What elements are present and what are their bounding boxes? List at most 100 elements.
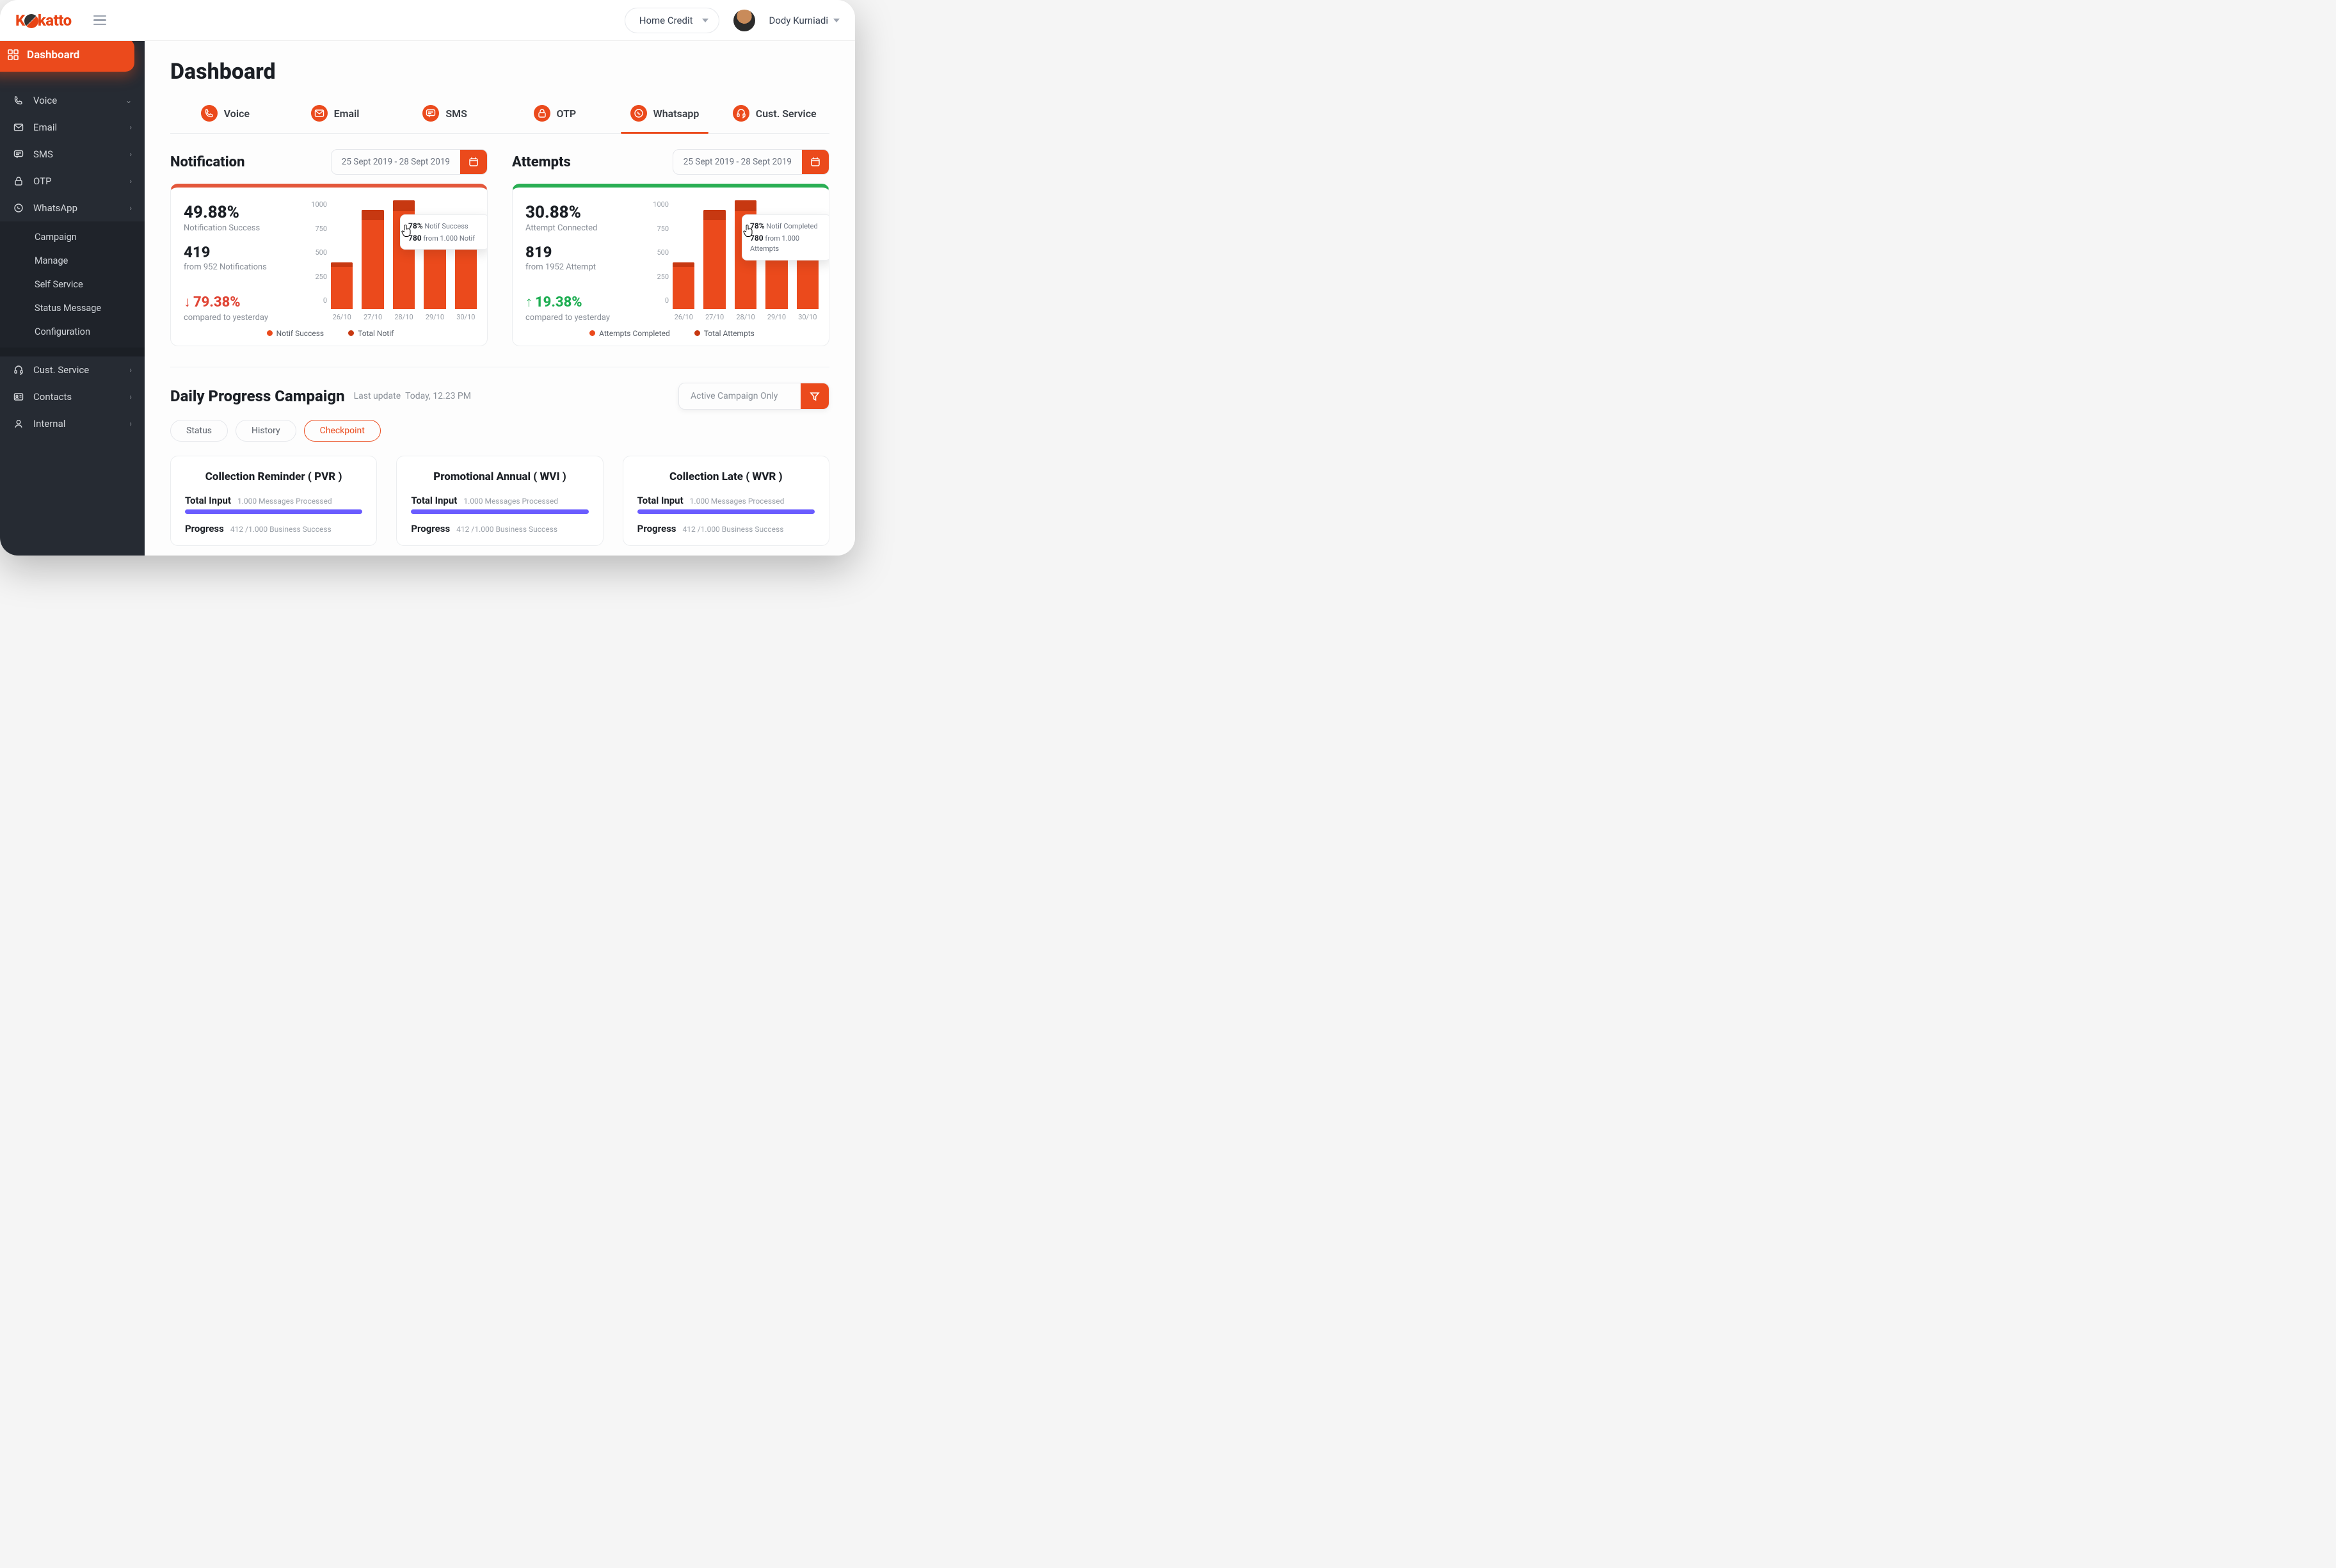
progress-label: Progress xyxy=(637,523,676,534)
tab-whatsapp[interactable]: Whatsapp xyxy=(610,96,720,133)
headset-icon xyxy=(13,364,24,376)
bar-29/10[interactable] xyxy=(424,239,445,309)
total-input-bar xyxy=(185,509,362,514)
arrow-down-icon: ↓ xyxy=(184,294,191,310)
tab-email[interactable]: Email xyxy=(280,96,390,133)
campaign-title: Collection Reminder ( PVR ) xyxy=(185,470,362,483)
sidebar-item-email[interactable]: Email› xyxy=(0,114,145,141)
sidebar-item-label: Internal xyxy=(33,418,65,429)
tab-label: Whatsapp xyxy=(653,108,700,120)
total-input-sub: 1.000 Messages Processed xyxy=(237,497,332,506)
sidebar-item-sms[interactable]: SMS› xyxy=(0,141,145,168)
voice-icon xyxy=(201,105,218,122)
sidebar-item-dashboard[interactable]: Dashboard xyxy=(0,41,134,72)
sidebar-subitem-configuration[interactable]: Configuration xyxy=(0,320,145,344)
campaign-card[interactable]: Promotional Annual ( WVI ) Total Input1.… xyxy=(396,456,603,546)
bar-26/10[interactable] xyxy=(331,262,353,309)
notif-count: 419 xyxy=(184,243,299,261)
sidebar-item-otp[interactable]: OTP› xyxy=(0,168,145,195)
attempt-delta: ↑ 19.38% xyxy=(525,294,641,310)
tab-cust-service[interactable]: Cust. Service xyxy=(719,96,829,133)
notification-card: 49.88% Notification Success 419 from 952… xyxy=(170,184,488,346)
sidebar-subitem-self-service[interactable]: Self Service xyxy=(0,273,145,296)
tab-voice[interactable]: Voice xyxy=(170,96,280,133)
dpc-title: Daily Progress Campaign xyxy=(170,387,345,405)
chevron-right-icon: › xyxy=(129,365,132,374)
dpc-pills: Status History Checkpoint xyxy=(170,420,829,442)
bar-27/10[interactable] xyxy=(703,210,725,309)
total-input-sub: 1.000 Messages Processed xyxy=(463,497,558,506)
chat-icon xyxy=(13,148,24,160)
notification-chart: 10007505002500 26/1027/1028/1029/1030/10… xyxy=(305,200,477,323)
sidebar-item-label: Cust. Service xyxy=(33,364,89,376)
sidebar-subitem-campaign[interactable]: Campaign xyxy=(0,225,145,249)
hamburger-menu[interactable] xyxy=(93,13,106,28)
mail-icon xyxy=(13,122,24,133)
notif-success-pct: 49.88% xyxy=(184,203,299,222)
notification-date-picker[interactable]: 25 Sept 2019 - 28 Sept 2019 xyxy=(331,149,488,175)
cursor-hand-icon xyxy=(742,223,755,237)
phone-icon xyxy=(13,95,24,106)
campaign-card[interactable]: Collection Reminder ( PVR ) Total Input 1… xyxy=(170,456,377,546)
sidebar-item-cust-service[interactable]: Cust. Service › xyxy=(0,356,145,383)
attempts-card: 30.88% Attempt Connected 819 from 1952 A… xyxy=(512,184,829,346)
sidebar-item-label: SMS xyxy=(33,148,53,160)
channel-tabs: Voice Email SMS OTP Whatsapp Cust. Service xyxy=(170,96,829,134)
total-input-bar xyxy=(637,509,815,514)
credit-selector[interactable]: Home Credit xyxy=(625,8,719,33)
calendar-icon[interactable] xyxy=(460,150,487,174)
campaign-title: Collection Late ( WVR ) xyxy=(637,470,815,483)
tab-label: Cust. Service xyxy=(756,108,817,120)
brand-logo: Kkatto xyxy=(15,12,72,29)
attempts-date-picker[interactable]: 25 Sept 2019 - 28 Sept 2019 xyxy=(673,149,829,175)
campaign-filter[interactable]: Active Campaign Only xyxy=(678,383,829,410)
progress-label: Progress xyxy=(411,523,450,534)
total-input-label: Total Input xyxy=(185,495,231,506)
notif-delta: ↓ 79.38% xyxy=(184,294,299,310)
sidebar-subitem-manage[interactable]: Manage xyxy=(0,249,145,273)
tab-label: Voice xyxy=(224,108,250,120)
chevron-down-icon: ⌄ xyxy=(125,96,132,105)
attempt-pct: 30.88% xyxy=(525,203,641,222)
notif-success-label: Notification Success xyxy=(184,223,299,233)
user-menu[interactable]: Dody Kurniadi xyxy=(769,15,840,26)
chevron-right-icon: › xyxy=(129,177,132,186)
attempt-tooltip: 78% Notif Completed 780 from 1.000 Attem… xyxy=(742,214,829,260)
total-input-bar xyxy=(411,509,588,514)
bar-27/10[interactable] xyxy=(362,210,383,309)
tab-label: Email xyxy=(334,108,360,120)
sidebar-item-whatsapp[interactable]: WhatsApp› xyxy=(0,195,145,221)
pill-status[interactable]: Status xyxy=(170,420,228,442)
sidebar-item-label: Voice xyxy=(33,95,57,106)
dashboard-icon xyxy=(8,49,19,61)
pill-checkpoint[interactable]: Checkpoint xyxy=(304,420,381,442)
attempt-legend: Attempts Completed Total Attempts xyxy=(525,329,819,338)
filter-icon[interactable] xyxy=(801,383,829,409)
bar-26/10[interactable] xyxy=(673,262,694,309)
calendar-icon[interactable] xyxy=(802,150,829,174)
sidebar-item-internal[interactable]: Internal › xyxy=(0,410,145,437)
notif-delta-label: compared to yesterday xyxy=(184,313,299,323)
tab-otp[interactable]: OTP xyxy=(500,96,610,133)
arrow-up-icon: ↑ xyxy=(525,294,532,310)
campaign-card[interactable]: Collection Late ( WVR ) Total Input1.000… xyxy=(623,456,829,546)
pill-history[interactable]: History xyxy=(236,420,296,442)
progress-label: Progress xyxy=(185,523,224,534)
attempt-delta-label: compared to yesterday xyxy=(525,313,641,323)
sidebar-item-voice[interactable]: Voice ⌄ xyxy=(0,87,145,114)
progress-sub: 412 /1.000 Business Success xyxy=(456,525,557,534)
sidebar-subitem-status-message[interactable]: Status Message xyxy=(0,296,145,320)
cursor-hand-icon xyxy=(400,223,413,237)
chevron-right-icon: › xyxy=(129,419,132,428)
notification-title: Notification xyxy=(170,154,244,170)
attempt-count: 819 xyxy=(525,243,641,261)
campaign-filter-label: Active Campaign Only xyxy=(679,383,801,409)
card-icon xyxy=(13,391,24,403)
notification-date-range: 25 Sept 2019 - 28 Sept 2019 xyxy=(332,150,460,174)
avatar[interactable] xyxy=(733,10,755,31)
tab-sms[interactable]: SMS xyxy=(390,96,500,133)
attempts-date-range: 25 Sept 2019 - 28 Sept 2019 xyxy=(673,150,802,174)
tab-label: OTP xyxy=(557,108,577,120)
main-content: Dashboard VoiceEmailSMSOTPWhatsappCust. … xyxy=(145,41,855,556)
sidebar-item-contacts[interactable]: Contacts› xyxy=(0,383,145,410)
